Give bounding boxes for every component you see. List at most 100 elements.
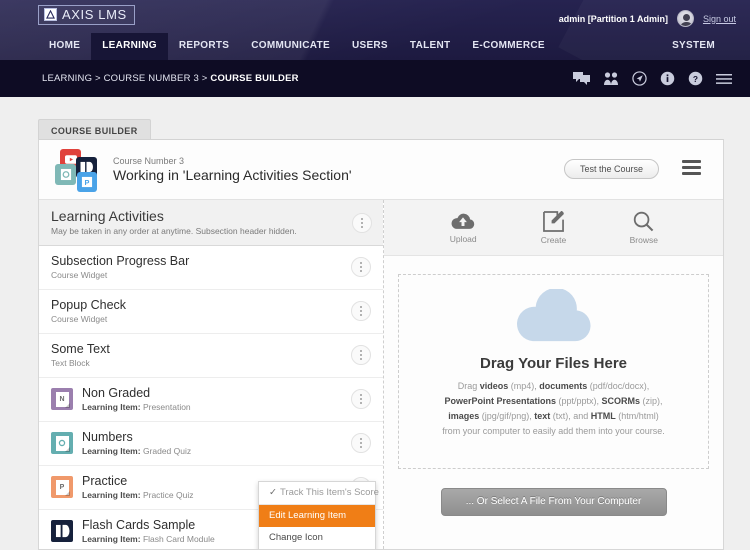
list-item-icon-letter: N bbox=[55, 391, 70, 408]
nav-tab-talent[interactable]: TALENT bbox=[399, 33, 462, 60]
svg-text:?: ? bbox=[693, 74, 698, 84]
course-header: P Course Number 3 Working in 'Learning A… bbox=[39, 140, 723, 200]
section-menu-button[interactable] bbox=[352, 213, 372, 233]
create-action[interactable]: Create bbox=[518, 210, 588, 245]
builder-columns: Learning Activities May be taken in any … bbox=[39, 200, 723, 549]
nav-tab-home[interactable]: HOME bbox=[38, 33, 91, 60]
presentation-icon: N bbox=[51, 388, 73, 410]
brand-name: AXIS LMS bbox=[62, 7, 127, 22]
three-dots-vertical-icon[interactable] bbox=[351, 301, 371, 321]
three-dots-vertical-icon[interactable] bbox=[351, 257, 371, 277]
breadcrumb: LEARNING > COURSE NUMBER 3 > COURSE BUIL… bbox=[42, 73, 299, 84]
list-item-icon-letter bbox=[55, 435, 70, 452]
upload-action[interactable]: Upload bbox=[428, 212, 498, 244]
main-nav-tabs: HOME LEARNING REPORTS COMMUNICATE USERS … bbox=[38, 33, 556, 60]
dropzone-line-3: images (jpg/gif/png), text (txt), and HT… bbox=[448, 411, 659, 421]
action-bar: Upload Create Browse bbox=[384, 200, 723, 256]
chat-bubbles-icon[interactable] bbox=[573, 71, 590, 86]
navigation-compass-icon[interactable] bbox=[632, 71, 647, 86]
list-item-meta: Learning Item: Graded Quiz bbox=[82, 446, 192, 456]
section-title: Learning Activities bbox=[51, 208, 164, 224]
powerpoint-icon: P bbox=[77, 171, 97, 192]
list-item-title: Non Graded bbox=[82, 386, 151, 400]
list-item[interactable]: Subsection Progress Bar Course Widget bbox=[39, 246, 383, 290]
test-the-course-button[interactable]: Test the Course bbox=[563, 159, 659, 179]
breadcrumb-current: COURSE BUILDER bbox=[210, 73, 299, 84]
menu-item-edit-learning-item[interactable]: Edit Learning Item bbox=[259, 505, 375, 527]
list-item-meta: Course Widget bbox=[51, 270, 108, 280]
file-dropzone[interactable]: Drag Your Files Here Drag videos (mp4), … bbox=[398, 274, 709, 469]
dropzone-title: Drag Your Files Here bbox=[480, 355, 627, 372]
graded-quiz-icon bbox=[51, 432, 73, 454]
page-title: Working in 'Learning Activities Section' bbox=[113, 167, 352, 183]
check-icon: ✓ bbox=[269, 487, 277, 498]
list-item[interactable]: N Non Graded Learning Item: Presentation bbox=[39, 378, 383, 422]
list-item-title: Popup Check bbox=[51, 298, 127, 312]
browse-label: Browse bbox=[629, 234, 658, 245]
context-menu: ✓ Track This Item's Score Edit Learning I… bbox=[258, 481, 379, 549]
practice-quiz-icon: P bbox=[51, 476, 73, 498]
browse-search-icon bbox=[633, 211, 654, 232]
people-icon[interactable] bbox=[603, 71, 619, 86]
upload-cloud-icon bbox=[450, 212, 476, 231]
list-item-meta: Learning Item: Presentation bbox=[82, 402, 191, 412]
list-item-meta: Text Block bbox=[51, 358, 90, 368]
course-icon-cluster: P bbox=[53, 147, 103, 193]
info-icon[interactable] bbox=[660, 71, 675, 86]
dropzone-line-4: from your computer to easily add them in… bbox=[442, 426, 665, 436]
browse-action[interactable]: Browse bbox=[609, 211, 679, 245]
course-subtitle: Course Number 3 bbox=[113, 156, 185, 166]
app-window: AXIS LMS admin [Partition 1 Admin] Sign … bbox=[0, 0, 750, 550]
nav-tab-users[interactable]: USERS bbox=[341, 33, 399, 60]
upload-cloud-large-icon bbox=[513, 287, 595, 350]
list-item-title: Some Text bbox=[51, 342, 110, 356]
course-builder-panel: P Course Number 3 Working in 'Learning A… bbox=[38, 139, 724, 550]
nav-tab-communicate[interactable]: COMMUNICATE bbox=[240, 33, 341, 60]
help-icon[interactable]: ? bbox=[688, 71, 703, 86]
list-item[interactable]: Some Text Text Block bbox=[39, 334, 383, 378]
top-navigation-bar: AXIS LMS admin [Partition 1 Admin] Sign … bbox=[0, 0, 750, 60]
brand-logo[interactable]: AXIS LMS bbox=[38, 5, 135, 25]
breadcrumb-bar: LEARNING > COURSE NUMBER 3 > COURSE BUIL… bbox=[0, 60, 750, 97]
dropzone-line-2: PowerPoint Presentations (ppt/pptx), SCO… bbox=[444, 396, 663, 406]
upload-label: Upload bbox=[449, 233, 477, 244]
breadcrumb-icon-group: ? bbox=[573, 60, 732, 97]
menu-item-change-icon[interactable]: Change Icon bbox=[259, 527, 375, 549]
list-item[interactable]: Numbers Learning Item: Graded Quiz bbox=[39, 422, 383, 466]
svg-text:P: P bbox=[85, 177, 90, 186]
list-item-meta: Course Widget bbox=[51, 314, 108, 324]
nav-tab-ecommerce[interactable]: E-COMMERCE bbox=[461, 33, 555, 60]
breadcrumb-prefix[interactable]: LEARNING > COURSE NUMBER 3 > bbox=[42, 73, 210, 84]
user-avatar[interactable] bbox=[676, 10, 694, 27]
flash-card-icon bbox=[51, 520, 73, 542]
section-header: Learning Activities May be taken in any … bbox=[39, 200, 383, 246]
menu-item-track-score[interactable]: ✓ Track This Item's Score bbox=[259, 482, 379, 505]
menu-hamburger-icon[interactable] bbox=[716, 73, 732, 85]
section-description: May be taken in any order at anytime. Su… bbox=[51, 226, 297, 236]
course-title-block: Course Number 3 Working in 'Learning Act… bbox=[113, 156, 352, 183]
list-item[interactable]: Popup Check Course Widget bbox=[39, 290, 383, 334]
sign-out-link[interactable]: Sign out bbox=[703, 14, 736, 24]
triangle-logo-icon bbox=[44, 8, 57, 21]
nav-tab-learning[interactable]: LEARNING bbox=[91, 33, 168, 60]
quiz-icon bbox=[55, 163, 76, 185]
three-dots-vertical-icon[interactable] bbox=[351, 389, 371, 409]
select-file-button[interactable]: ... Or Select A File From Your Computer bbox=[440, 488, 667, 516]
three-dots-vertical-icon[interactable] bbox=[351, 433, 371, 453]
list-item-title: Subsection Progress Bar bbox=[51, 254, 190, 268]
user-area: admin [Partition 1 Admin] Sign out bbox=[559, 10, 736, 27]
content-add-column: Upload Create Browse Drag Your Files Her… bbox=[384, 200, 723, 549]
create-pencil-icon bbox=[543, 210, 564, 232]
dropzone-line-1: Drag videos (mp4), documents (pdf/doc/do… bbox=[457, 381, 650, 391]
menu-item-label: Track This Item's Score bbox=[279, 487, 379, 498]
page-content: COURSE BUILDER P Course Number 3 Working… bbox=[0, 97, 750, 550]
nav-right-group: SYSTEM bbox=[661, 33, 726, 60]
hamburger-menu-icon[interactable] bbox=[682, 160, 701, 175]
three-dots-vertical-icon[interactable] bbox=[351, 345, 371, 365]
list-item-title: Numbers bbox=[82, 430, 133, 444]
user-label: admin [Partition 1 Admin] bbox=[558, 13, 668, 24]
create-label: Create bbox=[540, 234, 567, 245]
nav-tab-reports[interactable]: REPORTS bbox=[168, 33, 240, 60]
nav-tab-system[interactable]: SYSTEM bbox=[661, 33, 726, 60]
list-item-icon-letter: P bbox=[55, 479, 70, 496]
